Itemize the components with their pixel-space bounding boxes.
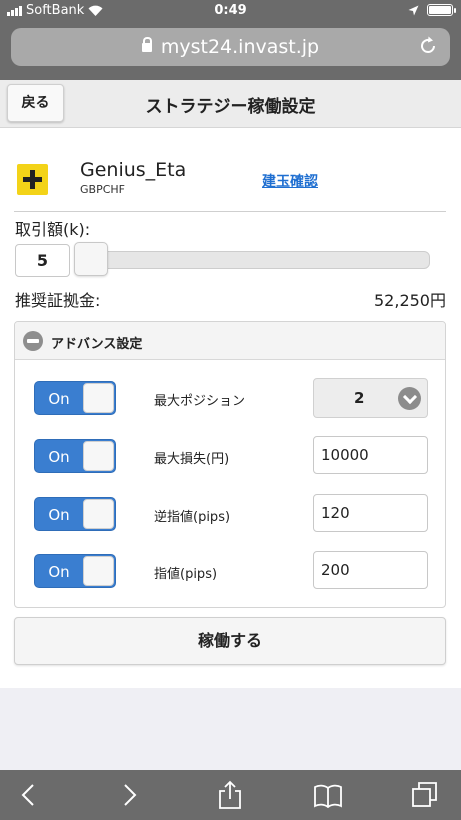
amount-input[interactable]: 5	[15, 244, 70, 277]
toggle-knob	[83, 499, 114, 529]
address-bar[interactable]: myst24.invast.jp	[11, 28, 450, 66]
amount-label: 取引額(k):	[15, 220, 91, 239]
browser-chrome: myst24.invast.jp	[0, 22, 461, 80]
clock: 0:49	[214, 3, 247, 18]
share-icon[interactable]	[215, 780, 245, 810]
max-loss-row: On 最大損失(円) 10000	[15, 436, 445, 476]
position-check-link[interactable]: 建玉確認	[262, 171, 318, 191]
take-profit-label: 指値(pips)	[154, 567, 218, 582]
max-position-select[interactable]: 2	[313, 378, 428, 418]
back-icon[interactable]	[14, 780, 44, 810]
amount-slider-handle[interactable]	[74, 242, 108, 276]
take-profit-input[interactable]: 200	[313, 551, 428, 589]
main-content: Genius_Eta GBPCHF 建玉確認 取引額(k): 5 推奨証拠金: …	[0, 128, 461, 688]
currency-pair: GBPCHF	[80, 183, 125, 196]
toggle-knob	[83, 383, 114, 413]
amount-slider-track[interactable]	[87, 251, 430, 269]
location-icon	[408, 5, 419, 15]
reload-icon[interactable]	[416, 34, 440, 58]
max-loss-label: 最大損失(円)	[154, 452, 230, 467]
divider	[14, 211, 446, 212]
take-profit-row: On 指値(pips) 200	[15, 551, 445, 591]
max-position-toggle[interactable]: On	[34, 381, 116, 415]
take-profit-toggle[interactable]: On	[34, 554, 116, 588]
toggle-knob	[83, 556, 114, 586]
strategy-name: Genius_Eta	[80, 159, 187, 181]
tabs-icon[interactable]	[410, 780, 440, 810]
battery-icon	[427, 4, 456, 16]
margin-value: 52,250円	[374, 291, 446, 310]
status-right	[408, 4, 456, 16]
advanced-settings-panel: アドバンス設定 On 最大ポジション 2 On 最大損失(円) 10000 On	[14, 321, 446, 608]
chevron-down-icon	[398, 387, 421, 410]
page-title: ストラテジー稼働設定	[145, 97, 316, 117]
add-icon[interactable]	[17, 164, 48, 195]
collapse-icon[interactable]	[23, 331, 43, 351]
stop-loss-input[interactable]: 120	[313, 494, 428, 532]
browser-toolbar	[0, 770, 461, 820]
toggle-knob	[83, 441, 114, 471]
lock-icon	[141, 37, 152, 52]
advanced-settings-header[interactable]: アドバンス設定	[15, 322, 445, 360]
advanced-settings-title: アドバンス設定	[51, 337, 143, 352]
stop-loss-toggle[interactable]: On	[34, 497, 116, 531]
status-bar: SoftBank 0:49	[0, 0, 461, 22]
run-strategy-button[interactable]: 稼働する	[14, 617, 446, 665]
forward-icon[interactable]	[114, 780, 144, 810]
bookmarks-icon[interactable]	[313, 780, 343, 810]
max-position-label: 最大ポジション	[154, 394, 246, 409]
url-text: myst24.invast.jp	[160, 36, 320, 58]
stop-loss-row: On 逆指値(pips) 120	[15, 494, 445, 534]
stop-loss-label: 逆指値(pips)	[154, 510, 231, 525]
max-position-row: On 最大ポジション 2	[15, 378, 445, 418]
max-loss-input[interactable]: 10000	[313, 436, 428, 474]
margin-label: 推奨証拠金:	[15, 291, 101, 310]
page-header: 戻る ストラテジー稼働設定	[0, 80, 461, 128]
max-loss-toggle[interactable]: On	[34, 439, 116, 473]
